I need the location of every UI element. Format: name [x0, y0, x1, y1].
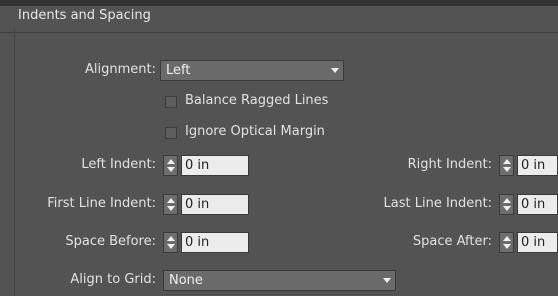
balance-ragged-lines-checkbox[interactable]: [165, 96, 177, 108]
space-before-label: Space Before:: [65, 234, 156, 249]
alignment-label: Alignment:: [85, 62, 156, 77]
right-indent-stepper[interactable]: [499, 155, 514, 176]
down-arrow-icon: [167, 206, 175, 211]
space-after-stepper[interactable]: [499, 232, 514, 253]
down-arrow-icon: [503, 167, 511, 172]
up-arrow-icon: [167, 236, 175, 241]
section-header: Indents and Spacing: [0, 0, 558, 33]
space-before-stepper[interactable]: [163, 232, 178, 253]
right-indent-label: Right Indent:: [407, 157, 492, 172]
alignment-dropdown[interactable]: Left: [160, 60, 344, 81]
ignore-optical-margin-checkbox[interactable]: [165, 127, 177, 139]
down-arrow-icon: [503, 206, 511, 211]
ignore-optical-margin-label: Ignore Optical Margin: [185, 124, 325, 139]
up-arrow-icon: [167, 198, 175, 203]
alignment-value: Left: [166, 63, 191, 78]
right-indent-input[interactable]: 0 in: [517, 155, 558, 176]
balance-ragged-lines-label: Balance Ragged Lines: [185, 93, 329, 108]
align-to-grid-value: None: [169, 273, 203, 288]
chevron-down-icon: [327, 61, 343, 80]
last-line-indent-stepper[interactable]: [499, 194, 514, 215]
left-indent-stepper[interactable]: [163, 155, 178, 176]
space-after-label: Space After:: [412, 234, 492, 249]
up-arrow-icon: [503, 159, 511, 164]
up-arrow-icon: [503, 198, 511, 203]
align-to-grid-label: Align to Grid:: [70, 272, 156, 287]
left-indent-label: Left Indent:: [81, 157, 156, 172]
chevron-down-icon: [379, 271, 395, 290]
down-arrow-icon: [167, 167, 175, 172]
space-after-input[interactable]: 0 in: [517, 232, 558, 253]
left-indent-input[interactable]: 0 in: [181, 155, 249, 176]
section-title: Indents and Spacing: [18, 8, 151, 23]
last-line-indent-input[interactable]: 0 in: [517, 194, 558, 215]
first-line-indent-stepper[interactable]: [163, 194, 178, 215]
first-line-indent-label: First Line Indent:: [47, 196, 156, 211]
down-arrow-icon: [167, 244, 175, 249]
first-line-indent-input[interactable]: 0 in: [181, 194, 249, 215]
align-to-grid-dropdown[interactable]: None: [163, 270, 396, 291]
space-before-input[interactable]: 0 in: [181, 232, 249, 253]
down-arrow-icon: [503, 244, 511, 249]
section-divider: [14, 28, 15, 296]
last-line-indent-label: Last Line Indent:: [383, 196, 492, 211]
up-arrow-icon: [167, 159, 175, 164]
up-arrow-icon: [503, 236, 511, 241]
